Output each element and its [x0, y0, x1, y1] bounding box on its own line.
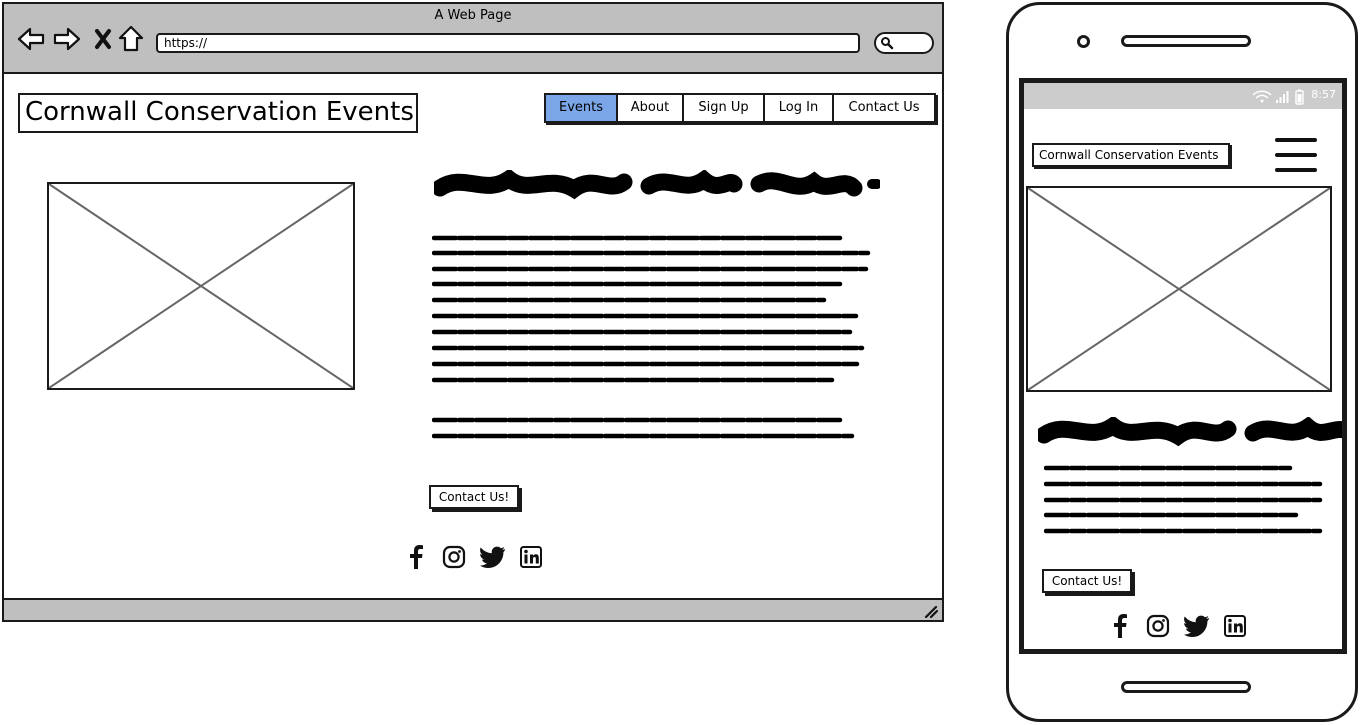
nav-item-about[interactable]: About [618, 95, 684, 121]
site-title: Cornwall Conservation Events [18, 93, 418, 133]
status-clock: 8:57 [1311, 88, 1336, 101]
instagram-icon[interactable] [1146, 614, 1170, 638]
browser-window: A Web Page https:// Cornwall Conservatio… [2, 2, 944, 622]
browser-toolbar: A Web Page https:// [4, 4, 942, 74]
wifi-icon [1252, 90, 1272, 103]
arrow-right-icon [53, 27, 81, 51]
nav-item-log-in[interactable]: Log In [765, 95, 834, 121]
instagram-icon[interactable] [442, 545, 466, 569]
nav-item-contact-us[interactable]: Contact Us [834, 95, 934, 121]
resize-handle-icon[interactable] [922, 604, 938, 618]
image-placeholder-icon [1027, 187, 1331, 391]
nav-item-sign-up[interactable]: Sign Up [684, 95, 765, 121]
linkedin-icon[interactable] [520, 546, 542, 568]
status-icons [1252, 89, 1304, 105]
back-button[interactable] [16, 24, 46, 54]
mobile-site-title: Cornwall Conservation Events [1032, 143, 1230, 167]
mobile-contact-us-button[interactable]: Contact Us! [1042, 569, 1132, 593]
phone-home-button[interactable] [1121, 681, 1251, 693]
facebook-icon[interactable] [404, 544, 428, 570]
search-icon [881, 37, 894, 50]
browser-status-bar [4, 598, 942, 620]
battery-icon [1295, 89, 1304, 105]
mobile-status-bar: 8:57 [1024, 83, 1342, 109]
main-navigation: Events About Sign Up Log In Contact Us [544, 93, 936, 123]
address-bar[interactable]: https:// [156, 33, 860, 53]
mobile-paragraph-scribble [1044, 465, 1323, 534]
image-placeholder [47, 182, 355, 390]
linkedin-icon[interactable] [1224, 615, 1246, 637]
mobile-social-links [1108, 613, 1246, 639]
twitter-icon[interactable] [1184, 615, 1210, 637]
speaker-grille [1121, 35, 1251, 47]
facebook-icon[interactable] [1108, 613, 1132, 639]
window-title: A Web Page [434, 8, 512, 23]
contact-us-button[interactable]: Contact Us! [429, 485, 519, 509]
nav-item-events[interactable]: Events [546, 95, 618, 121]
arrow-left-icon [17, 27, 45, 51]
image-placeholder-icon [48, 183, 354, 389]
close-icon [95, 29, 111, 49]
mobile-heading-scribble [1038, 417, 1342, 447]
phone-frame: 8:57 Cornwall Conservation Events Contac… [1006, 2, 1358, 722]
mobile-image-placeholder [1026, 186, 1332, 392]
social-links [404, 544, 542, 570]
phone-screen: 8:57 Cornwall Conservation Events Contac… [1019, 78, 1347, 654]
signal-icon [1276, 91, 1289, 103]
home-button[interactable] [116, 24, 146, 54]
stop-button[interactable] [88, 24, 118, 54]
paragraph-text-scribble [432, 235, 871, 439]
forward-button[interactable] [52, 24, 82, 54]
hamburger-menu-icon[interactable] [1274, 135, 1318, 175]
browser-search-button[interactable] [874, 32, 934, 54]
heading-scribble [434, 170, 880, 200]
home-icon [118, 25, 144, 52]
twitter-icon[interactable] [480, 546, 506, 568]
camera-icon [1077, 35, 1090, 48]
